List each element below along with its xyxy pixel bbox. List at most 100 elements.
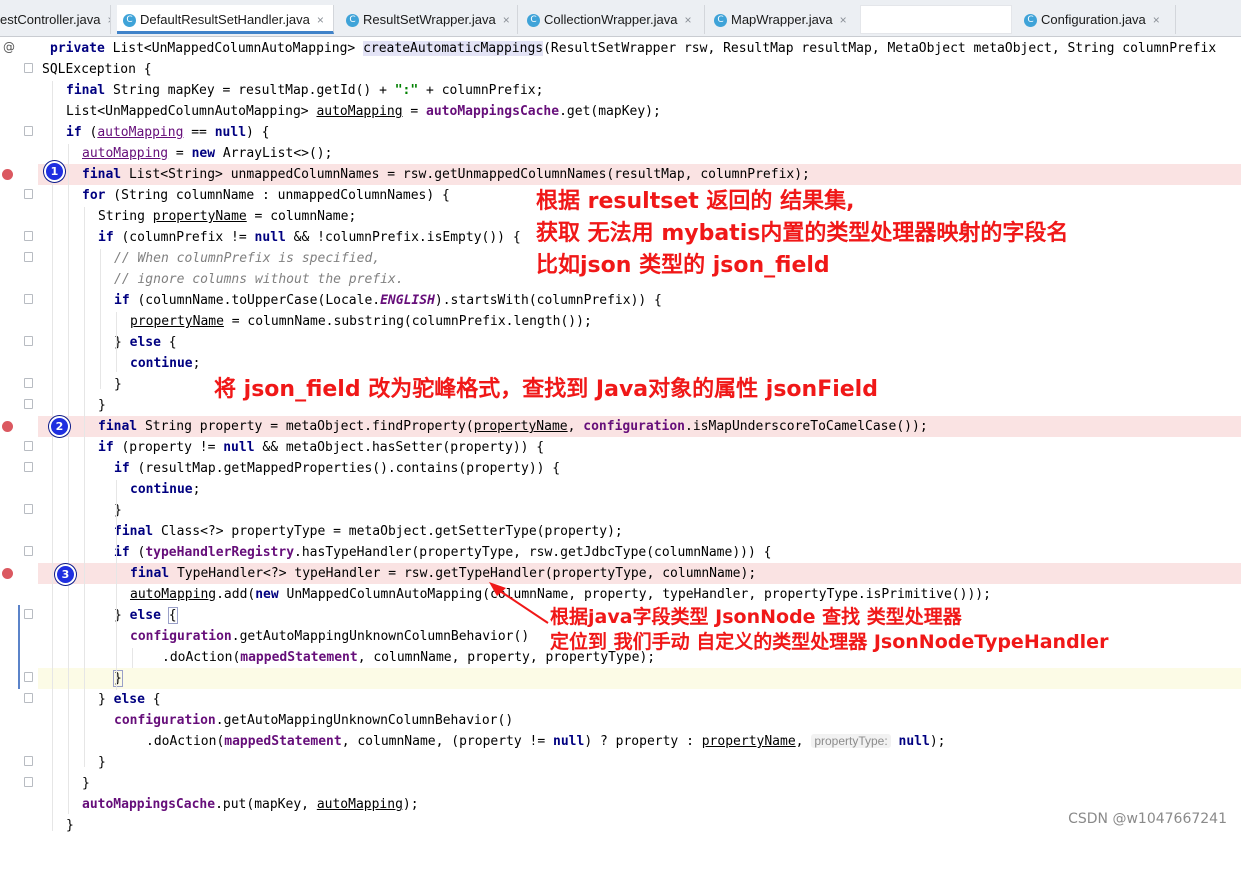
fold-toggle-icon[interactable] [24,231,33,241]
code-line[interactable]: autoMappingsCache.put(mapKey, autoMappin… [0,794,1241,815]
tab-configuration[interactable]: C Configuration.java × [1018,5,1176,34]
code-line[interactable]: if (resultMap.getMappedProperties().cont… [0,458,1241,479]
token: .add( [216,587,256,602]
close-icon[interactable]: × [107,13,110,27]
code-line[interactable]: } [0,773,1241,794]
token: else [113,692,145,707]
code-line[interactable]: autoMapping.add(new UnMappedColumnAutoMa… [0,584,1241,605]
fold-toggle-icon[interactable] [24,63,33,73]
close-icon[interactable]: × [1153,13,1160,27]
fold-toggle-icon[interactable] [24,777,33,787]
code-editor[interactable]: private List<UnMappedColumnAutoMapping> … [0,37,1241,833]
fold-toggle-icon[interactable] [24,462,33,472]
code-line[interactable]: private List<UnMappedColumnAutoMapping> … [0,38,1241,59]
token: (resultMap.getMappedProperties().contain… [129,461,561,476]
token: null [214,125,247,140]
fold-toggle-icon[interactable] [24,336,33,346]
breakpoint-icon[interactable] [2,169,13,180]
fold-toggle-icon[interactable] [24,609,33,619]
token: .get(mapKey); [559,104,661,119]
code-line[interactable]: if (property != null && metaObject.hasSe… [0,437,1241,458]
code-line[interactable]: } else { [0,332,1241,353]
token: , columnName, (property != [341,734,554,749]
code-line[interactable]: .doAction(mappedStatement, columnName, (… [0,731,1241,752]
code-line[interactable]: continue; [0,479,1241,500]
tab-redacted[interactable] [860,5,1012,34]
tab-map-wrapper[interactable]: C MapWrapper.java × [708,5,861,34]
vcs-change-marker[interactable] [18,605,20,689]
annotation-step-2: 将 json_field 改为驼峰格式，查找到 Java对象的属性 jsonFi… [214,377,878,402]
code-line-current[interactable]: } [0,668,1241,689]
tab-result-set-wrapper[interactable]: C ResultSetWrapper.java × [340,5,518,34]
tab-test-controller[interactable]: estController.java × [0,5,111,34]
token: propertyName [701,734,796,749]
token: == [183,125,215,140]
fold-toggle-icon[interactable] [24,756,33,766]
close-icon[interactable]: × [840,13,847,27]
code-line[interactable]: propertyName = columnName.substring(colu… [0,311,1241,332]
token: ).startsWith(columnPrefix)) { [434,293,662,308]
token: List<UnMappedColumnAutoMapping> [104,41,364,56]
fold-toggle-icon[interactable] [24,294,33,304]
token: UnMappedColumnAutoMapping(columnName, pr… [278,587,991,602]
token: = columnName.substring(columnPrefix.leng… [223,314,592,329]
token: .getAutoMappingUnknownColumnBehavior() [215,713,514,728]
token: final [114,524,154,539]
tab-default-result-set-handler[interactable]: C DefaultResultSetHandler.java × [117,5,334,34]
code-line-breakpoint[interactable]: final TypeHandler<?> typeHandler = rsw.g… [0,563,1241,584]
breakpoint-icon[interactable] [2,421,13,432]
code-line[interactable]: final String mapKey = resultMap.getId() … [0,80,1241,101]
code-line[interactable]: SQLException { [0,59,1241,80]
annotation-step-1-line-1: 根据 resultset 返回的 结果集, [536,189,855,214]
editor-gutter[interactable]: @ [0,37,38,833]
close-icon[interactable]: × [503,13,510,27]
fold-toggle-icon[interactable] [24,378,33,388]
token: null [553,734,585,749]
code-line[interactable]: List<UnMappedColumnAutoMapping> autoMapp… [0,101,1241,122]
code-line-breakpoint[interactable]: final String property = metaObject.findP… [0,416,1241,437]
override-method-icon[interactable]: @ [3,40,15,54]
fold-toggle-icon[interactable] [24,546,33,556]
fold-toggle-icon[interactable] [24,252,33,262]
token: configuration [583,419,686,434]
token: continue [130,356,193,371]
close-icon[interactable]: × [317,13,324,27]
fold-toggle-icon[interactable] [24,672,33,682]
code-line-breakpoint[interactable]: final List<String> unmappedColumnNames =… [0,164,1241,185]
indent-guide [68,144,69,814]
fold-toggle-icon[interactable] [24,441,33,451]
code-line[interactable]: configuration.getAutoMappingUnknownColum… [0,710,1241,731]
token: ( [129,545,146,560]
token: { [144,692,161,707]
token: (String columnName : unmappedColumnNames… [105,188,450,203]
token: ); [402,797,419,812]
token: else [129,335,161,350]
token: autoMappingsCache [426,104,560,119]
tab-collection-wrapper[interactable]: C CollectionWrapper.java × [521,5,705,34]
code-line[interactable]: } else { [0,689,1241,710]
code-line[interactable]: continue; [0,353,1241,374]
token: ) { [246,125,270,140]
code-line[interactable]: autoMapping = new ArrayList<>(); [0,143,1241,164]
token: .hasTypeHandler(propertyType, rsw.getJdb… [294,545,772,560]
token: final [98,419,138,434]
code-line[interactable]: if (autoMapping == null) { [0,122,1241,143]
fold-toggle-icon[interactable] [24,189,33,199]
tab-label: MapWrapper.java [731,12,833,27]
editor-tab-bar: estController.java × C DefaultResultSetHan… [0,0,1241,37]
fold-toggle-icon[interactable] [24,504,33,514]
token: continue [130,482,193,497]
token: = [402,104,427,119]
code-line[interactable]: if (columnName.toUpperCase(Locale.ENGLIS… [0,290,1241,311]
close-icon[interactable]: × [684,13,691,27]
token: Class<?> propertyType = metaObject.getSe… [153,524,623,539]
code-line[interactable]: } [0,752,1241,773]
breakpoint-icon[interactable] [2,568,13,579]
tab-label: CollectionWrapper.java [544,12,678,27]
fold-toggle-icon[interactable] [24,126,33,136]
code-line[interactable]: if (typeHandlerRegistry.hasTypeHandler(p… [0,542,1241,563]
code-line[interactable]: } [0,500,1241,521]
fold-toggle-icon[interactable] [24,399,33,409]
fold-toggle-icon[interactable] [24,693,33,703]
code-line[interactable]: final Class<?> propertyType = metaObject… [0,521,1241,542]
